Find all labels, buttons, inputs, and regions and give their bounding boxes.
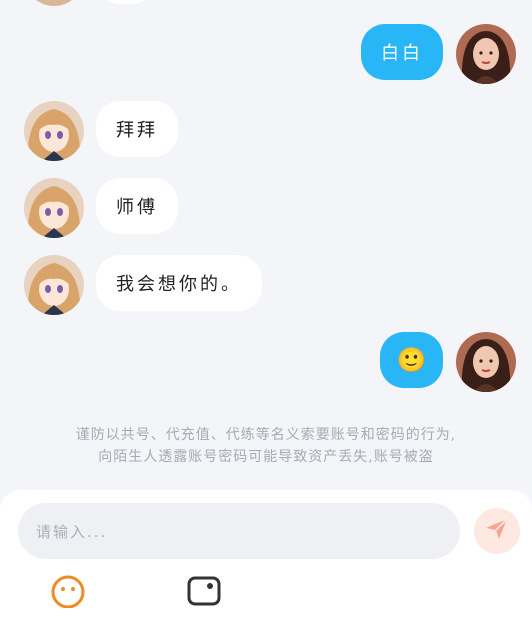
message-bubble-incoming: 师傅 — [96, 178, 178, 234]
message-text: 白白 — [381, 43, 423, 64]
send-icon — [484, 516, 510, 546]
security-notice: 谨防以共号、代充值、代练等名义索要账号和密码的行为, 向陌生人透露账号密码可能导… — [0, 424, 532, 468]
message-text: 师傅 — [116, 197, 158, 218]
message-bubble-incoming: 拜拜 — [96, 101, 178, 157]
contact-avatar[interactable] — [24, 0, 84, 6]
message-text: 拜拜 — [116, 120, 158, 141]
send-button[interactable] — [474, 508, 520, 554]
message-bubble-clipped — [96, 0, 156, 4]
user-avatar[interactable] — [456, 332, 516, 392]
message-bubble-outgoing: 白白 — [361, 24, 443, 80]
emoji-icon[interactable] — [50, 572, 86, 612]
message-input[interactable]: 请输入... — [18, 503, 460, 559]
emoji-icon: 🙂 — [396, 346, 427, 374]
message-bubble-outgoing: 🙂 — [380, 332, 443, 388]
notice-line: 向陌生人透露账号密码可能导致资产丢失,账号被盗 — [98, 449, 434, 465]
contact-avatar[interactable] — [24, 255, 84, 315]
user-avatar[interactable] — [456, 24, 516, 84]
notice-line: 谨防以共号、代充值、代练等名义索要账号和密码的行为, — [75, 427, 457, 443]
contact-avatar[interactable] — [24, 101, 84, 161]
message-text: 我会想你的。 — [116, 274, 242, 295]
image-icon[interactable] — [186, 572, 222, 612]
message-bubble-incoming: 我会想你的。 — [96, 255, 262, 311]
composer-panel: 请输入... — [0, 490, 532, 620]
input-placeholder: 请输入... — [36, 522, 108, 541]
contact-avatar[interactable] — [24, 178, 84, 238]
